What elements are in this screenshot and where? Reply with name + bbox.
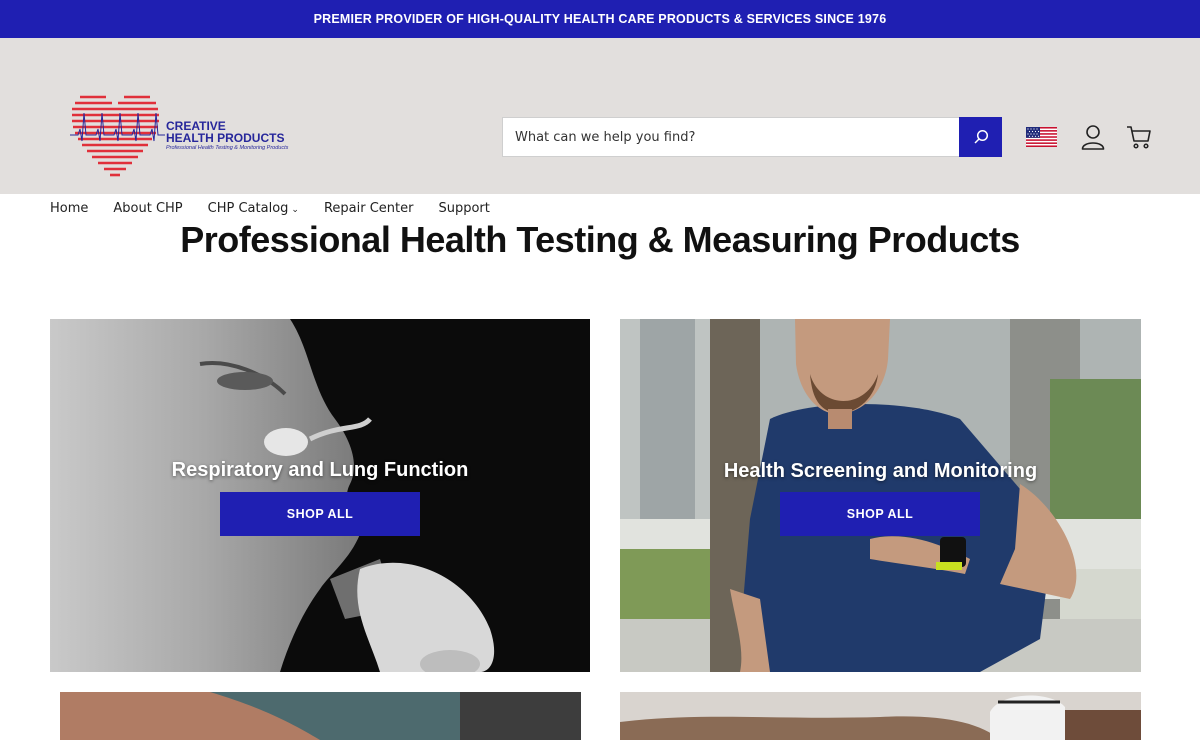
card-title-health-screening: Health Screening and Monitoring [723, 460, 1038, 482]
nav-item-about[interactable]: About CHP [113, 201, 182, 216]
search-button[interactable] [959, 117, 1002, 157]
cart-icon[interactable] [1126, 124, 1152, 150]
nav-item-catalog-label: CHP Catalog [207, 201, 289, 216]
logo-line2: HEALTH PRODUCTS [166, 131, 285, 145]
search-input[interactable] [502, 117, 959, 157]
chevron-down-icon: ⌄ [291, 205, 299, 215]
site-header: CREATIVE HEALTH PRODUCTS Professional He… [0, 38, 1200, 216]
search-bar [502, 117, 1002, 157]
page-title: Professional Health Testing & Measuring … [180, 219, 1020, 260]
logo[interactable]: CREATIVE HEALTH PRODUCTS Professional He… [70, 93, 330, 183]
partial-photo-left [60, 692, 581, 740]
announcement-bar: PREMIER PROVIDER OF HIGH-QUALITY HEALTH … [0, 0, 1200, 38]
shop-all-button-health-screening[interactable]: SHOP ALL [780, 492, 980, 536]
user-icon[interactable] [1081, 124, 1105, 150]
category-card-health-screening[interactable]: Health Screening and Monitoring SHOP ALL [620, 319, 1141, 672]
shop-all-button-respiratory[interactable]: SHOP ALL [220, 492, 420, 536]
nav-item-repair-center[interactable]: Repair Center [324, 201, 414, 216]
nav-item-home[interactable]: Home [50, 201, 88, 216]
logo-tagline: Professional Health Testing & Monitoring… [166, 145, 289, 151]
category-card-partial-right[interactable] [620, 692, 1141, 740]
category-card-partial-left[interactable] [60, 692, 581, 740]
category-card-respiratory[interactable]: Respiratory and Lung Function SHOP ALL [50, 319, 590, 672]
nav-item-support[interactable]: Support [438, 201, 489, 216]
partial-photo-right [620, 692, 1141, 740]
us-flag-icon[interactable] [1026, 127, 1057, 147]
card-title-respiratory: Respiratory and Lung Function [171, 459, 469, 481]
heart-logo-icon [70, 95, 165, 177]
nav-item-catalog[interactable]: CHP Catalog ⌄ [208, 201, 299, 216]
search-icon [973, 129, 988, 144]
announcement-text: PREMIER PROVIDER OF HIGH-QUALITY HEALTH … [313, 12, 887, 26]
main-nav: Home About CHP CHP Catalog ⌄ Repair Cente… [50, 201, 515, 216]
